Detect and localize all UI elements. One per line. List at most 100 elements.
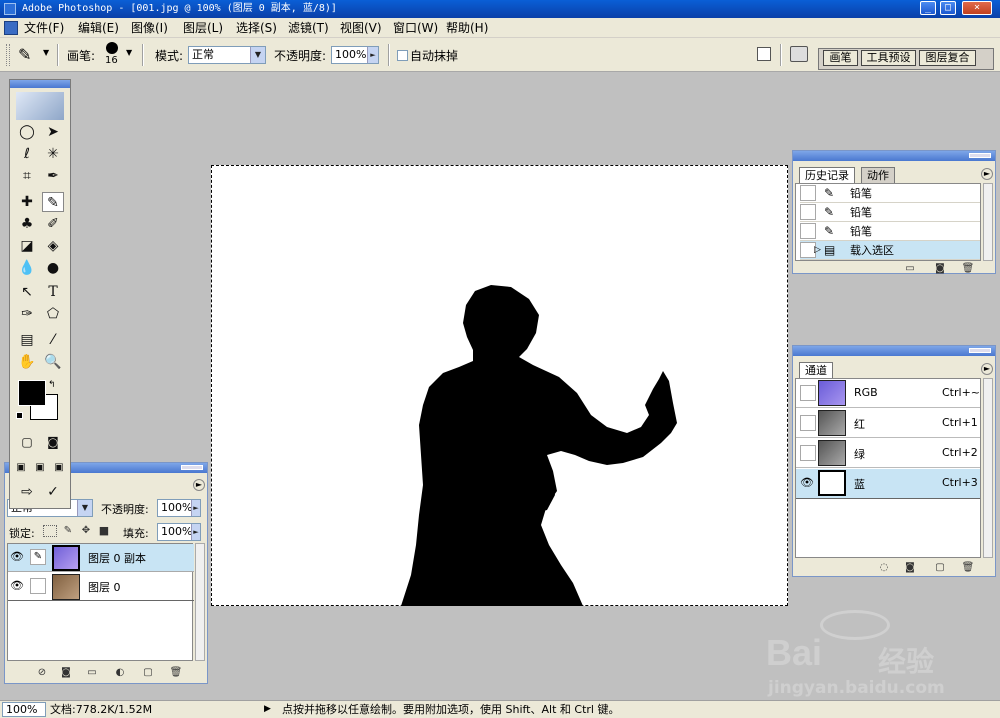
dodge-tool-icon[interactable]: ●: [42, 258, 64, 278]
panel-collapse-button[interactable]: [181, 465, 203, 470]
layer-row-selected[interactable]: 👁 ✎ 图层 0 副本: [8, 544, 194, 572]
status-arrow-icon[interactable]: ▶: [264, 701, 271, 718]
history-item[interactable]: ✎ 铅笔: [800, 184, 980, 203]
opacity-input[interactable]: 100% ►: [331, 46, 379, 64]
pencil-tool-active-icon[interactable]: ✎: [42, 192, 64, 212]
layer-style-icon[interactable]: ⊘: [35, 667, 49, 679]
panel-menu-icon[interactable]: ►: [193, 479, 205, 491]
menu-help[interactable]: 帮助(H): [446, 18, 488, 38]
grip-handle[interactable]: [6, 44, 10, 66]
eraser-tool-icon[interactable]: ◪: [16, 236, 38, 256]
standard-mode-icon[interactable]: ▢: [16, 432, 38, 452]
default-colors-icon[interactable]: [16, 412, 23, 419]
path-selection-tool-icon[interactable]: ↖: [16, 282, 38, 302]
new-layer-icon[interactable]: ▢: [141, 667, 155, 679]
eye-icon[interactable]: 👁: [10, 579, 24, 592]
tab-tool-presets[interactable]: 工具预设: [861, 50, 916, 66]
jump-to-imageready-icon[interactable]: ⇨: [16, 482, 38, 502]
move-tool-icon[interactable]: ➤: [42, 122, 64, 142]
lock-transparency-icon[interactable]: [43, 525, 57, 537]
panel-collapse-button[interactable]: [969, 348, 991, 353]
adjustment-layer-icon[interactable]: ◐: [113, 667, 127, 679]
marquee-tool-icon[interactable]: ◯: [16, 122, 38, 142]
visibility-box[interactable]: [800, 415, 816, 431]
brush-picker-chevron-icon[interactable]: ▼: [126, 48, 132, 57]
quick-mask-mode-icon[interactable]: ◙: [42, 432, 64, 452]
menu-edit[interactable]: 编辑(E): [78, 18, 119, 38]
visibility-box[interactable]: [800, 385, 816, 401]
document-icon[interactable]: [4, 21, 18, 35]
tab-actions[interactable]: 动作: [861, 167, 895, 183]
blur-tool-icon[interactable]: 💧: [16, 258, 38, 278]
channel-row-red[interactable]: 红 Ctrl+1: [796, 409, 980, 438]
healing-brush-tool-icon[interactable]: ✚: [16, 192, 38, 212]
toolbox-titlebar[interactable]: [10, 80, 70, 88]
mode-select[interactable]: 正常 ▼: [188, 46, 266, 64]
save-selection-as-channel-icon[interactable]: ◙: [903, 562, 917, 574]
link-box[interactable]: [30, 578, 46, 594]
full-screen-mode-icon[interactable]: ▣: [50, 458, 68, 478]
snapshot-box[interactable]: [800, 204, 816, 220]
maximize-button[interactable]: □: [940, 1, 956, 15]
menu-filter[interactable]: 滤镜(T): [288, 18, 329, 38]
swap-colors-icon[interactable]: ↰: [48, 380, 56, 390]
close-button[interactable]: ×: [962, 1, 992, 15]
clone-stamp-tool-icon[interactable]: ♣: [16, 214, 38, 234]
lasso-tool-icon[interactable]: ℓ: [16, 144, 38, 164]
snapshot-box[interactable]: [800, 185, 816, 201]
new-snapshot-icon[interactable]: ◙: [933, 263, 947, 275]
pencil-tool-icon[interactable]: ✎: [18, 45, 31, 64]
history-item-active[interactable]: ▷ ▤ 载入选区: [800, 241, 980, 260]
history-scrollbar[interactable]: [983, 183, 993, 261]
layers-scrollbar[interactable]: [195, 543, 205, 661]
history-item[interactable]: ✎ 铅笔: [800, 222, 980, 241]
notes-tool-icon[interactable]: ▤: [16, 330, 38, 350]
layer-row[interactable]: 👁 图层 0: [8, 573, 194, 601]
panel-titlebar[interactable]: [793, 151, 995, 161]
menu-layer[interactable]: 图层(L): [183, 18, 223, 38]
minimize-button[interactable]: _: [920, 1, 936, 15]
chevron-down-icon[interactable]: ▼: [43, 48, 49, 57]
tab-channels[interactable]: 通道: [799, 362, 833, 378]
panel-menu-icon[interactable]: ►: [981, 363, 993, 375]
zoom-tool-icon[interactable]: 🔍: [42, 352, 64, 372]
imageready-icon[interactable]: ✓: [42, 482, 64, 502]
palette-options-icon[interactable]: [757, 47, 771, 61]
menu-window[interactable]: 窗口(W): [393, 18, 438, 38]
trash-icon[interactable]: 🗑: [961, 263, 975, 275]
file-browser-icon[interactable]: [790, 46, 808, 62]
standard-screen-mode-icon[interactable]: ▣: [12, 458, 30, 478]
pen-tool-icon[interactable]: ✑: [16, 304, 38, 324]
hand-tool-icon[interactable]: ✋: [16, 352, 38, 372]
layer-opacity-input[interactable]: 100% ►: [157, 499, 201, 517]
new-channel-icon[interactable]: ▢: [933, 562, 947, 574]
eye-icon[interactable]: 👁: [800, 476, 814, 489]
menu-image[interactable]: 图像(I): [131, 18, 168, 38]
lock-image-icon[interactable]: ✎: [61, 525, 75, 537]
eyedropper-tool-icon[interactable]: ⁄: [42, 330, 64, 350]
tab-brushes[interactable]: 画笔: [823, 50, 858, 66]
new-document-from-state-icon[interactable]: ▭: [903, 263, 917, 275]
shape-tool-icon[interactable]: ⬠: [42, 304, 64, 324]
paint-bucket-tool-icon[interactable]: ◈: [42, 236, 64, 256]
history-brush-tool-icon[interactable]: ✐: [42, 214, 64, 234]
tab-layer-comps[interactable]: 图层复合: [919, 50, 976, 66]
foreground-color-swatch[interactable]: [18, 380, 46, 406]
panel-titlebar[interactable]: [793, 346, 995, 356]
channels-scrollbar[interactable]: [983, 378, 993, 558]
slice-tool-icon[interactable]: ✒: [42, 166, 64, 186]
eye-icon[interactable]: 👁: [10, 550, 24, 563]
brush-preview-icon[interactable]: [106, 42, 118, 54]
panel-collapse-button[interactable]: [969, 153, 991, 158]
menu-file[interactable]: 文件(F): [24, 18, 64, 38]
snapshot-box[interactable]: [800, 223, 816, 239]
channel-row-green[interactable]: 绿 Ctrl+2: [796, 439, 980, 468]
history-item[interactable]: ✎ 铅笔: [800, 203, 980, 222]
adobe-feather-logo[interactable]: [16, 92, 64, 120]
add-mask-icon[interactable]: ◙: [59, 667, 73, 679]
panel-menu-icon[interactable]: ►: [981, 168, 993, 180]
tab-history[interactable]: 历史记录: [799, 167, 855, 183]
crop-tool-icon[interactable]: ⌗: [16, 166, 38, 186]
type-tool-icon[interactable]: T: [42, 282, 64, 302]
lock-position-icon[interactable]: ✥: [79, 525, 93, 537]
